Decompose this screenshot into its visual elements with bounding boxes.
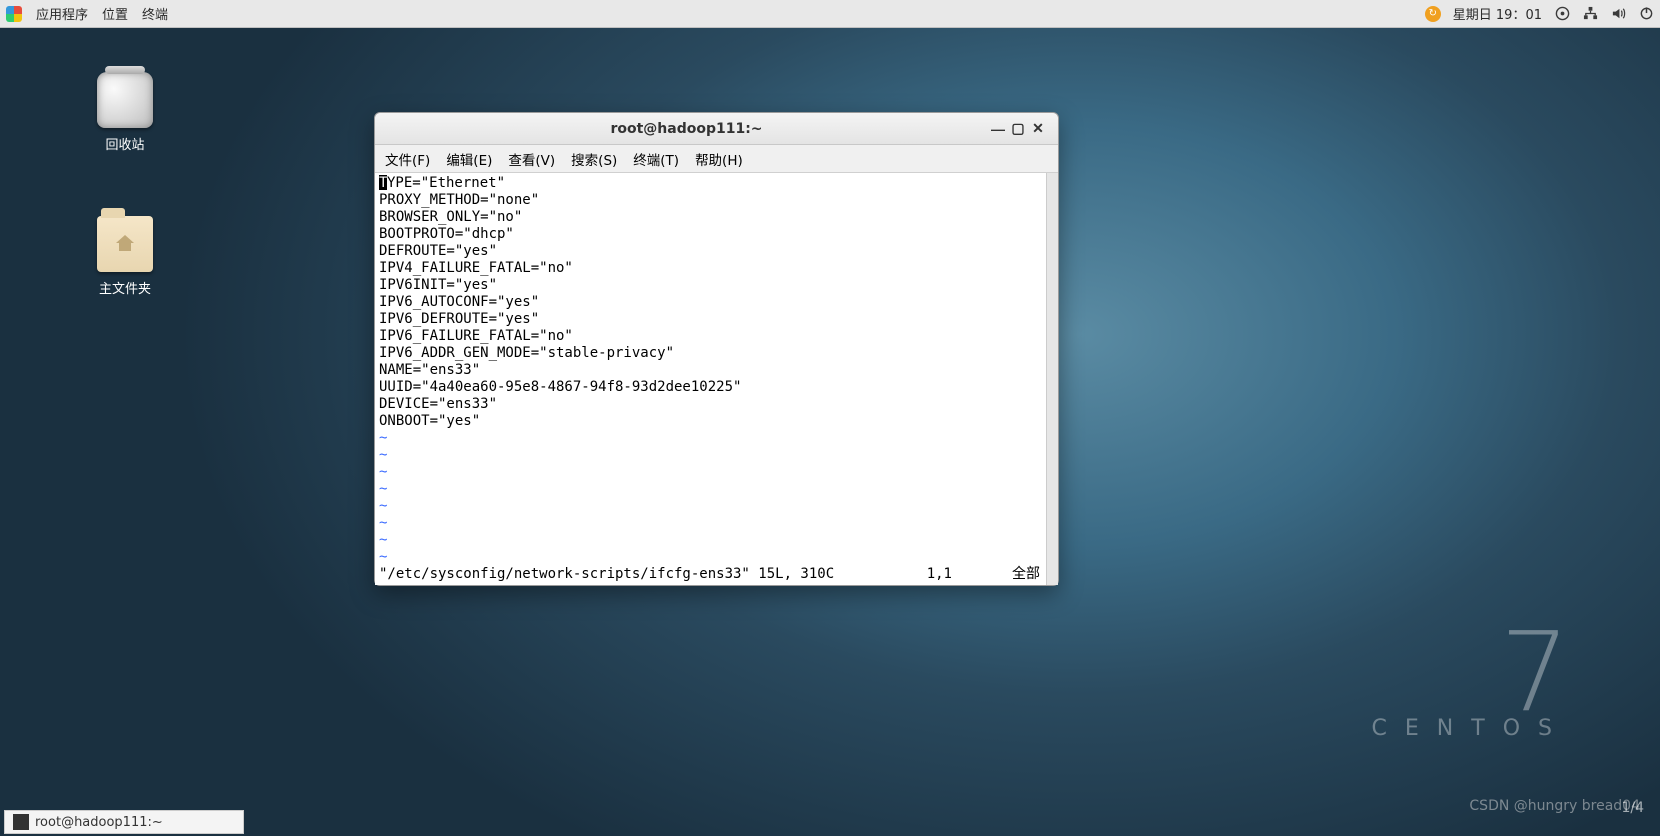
- menu-terminal[interactable]: 终端: [142, 4, 168, 23]
- update-notification-icon[interactable]: ↻: [1425, 6, 1441, 22]
- term-line: IPV6INIT="yes": [379, 277, 1054, 294]
- menu-edit[interactable]: 编辑(E): [446, 149, 492, 169]
- menu-applications[interactable]: 应用程序: [36, 4, 88, 23]
- window-titlebar[interactable]: root@hadoop111:~ — ▢ ✕: [375, 113, 1058, 145]
- terminal-body[interactable]: TYPE="Ethernet" PROXY_METHOD="none" BROW…: [375, 173, 1058, 585]
- centos-branding: 7 CENTOS: [1372, 628, 1570, 741]
- term-line: IPV6_FAILURE_FATAL="no": [379, 328, 1054, 345]
- volume-icon[interactable]: [1610, 6, 1626, 22]
- vim-tilde: ~: [379, 481, 1054, 498]
- vim-tilde: ~: [379, 430, 1054, 447]
- terminal-icon: [13, 814, 29, 830]
- window-title: root@hadoop111:~: [385, 121, 988, 137]
- menu-view[interactable]: 查看(V): [508, 149, 555, 169]
- power-icon[interactable]: [1638, 6, 1654, 22]
- desktop-icon-home[interactable]: 主文件夹: [80, 216, 170, 297]
- term-line: IPV6_AUTOCONF="yes": [379, 294, 1054, 311]
- terminal-menubar: 文件(F) 编辑(E) 查看(V) 搜索(S) 终端(T) 帮助(H): [375, 145, 1058, 173]
- vim-tilde: ~: [379, 447, 1054, 464]
- vim-status-pos: 1,1: [927, 566, 952, 583]
- menu-search[interactable]: 搜索(S): [571, 149, 617, 169]
- vim-tilde: ~: [379, 498, 1054, 515]
- home-label: 主文件夹: [80, 278, 170, 297]
- csdn-watermark: CSDN @hungry bread04: [1469, 798, 1640, 814]
- vim-status-pct: 全部: [1012, 566, 1040, 583]
- vim-tilde: ~: [379, 532, 1054, 549]
- menu-file[interactable]: 文件(F): [385, 149, 430, 169]
- vim-tilde: ~: [379, 549, 1054, 566]
- vim-status-line: "/etc/sysconfig/network-scripts/ifcfg-en…: [379, 566, 1054, 583]
- term-line: DEVICE="ens33": [379, 396, 1054, 413]
- term-line: DEFROUTE="yes": [379, 243, 1054, 260]
- vim-tilde: ~: [379, 515, 1054, 532]
- term-line: BROWSER_ONLY="no": [379, 209, 1054, 226]
- network-icon[interactable]: [1582, 6, 1598, 22]
- scrollbar[interactable]: [1046, 173, 1058, 585]
- bottom-taskbar: root@hadoop111:~: [0, 808, 248, 836]
- clock[interactable]: 星期日 19：01: [1453, 4, 1542, 23]
- trash-icon: [97, 72, 153, 128]
- term-line: ONBOOT="yes": [379, 413, 1054, 430]
- page-number: 1/4: [1621, 800, 1644, 816]
- taskbar-item-label: root@hadoop111:~: [35, 815, 163, 830]
- term-line: IPV6_DEFROUTE="yes": [379, 311, 1054, 328]
- term-line: IPV4_FAILURE_FATAL="no": [379, 260, 1054, 277]
- accessibility-icon[interactable]: [1554, 6, 1570, 22]
- term-line: IPV6_ADDR_GEN_MODE="stable-privacy": [379, 345, 1054, 362]
- menu-help[interactable]: 帮助(H): [695, 149, 743, 169]
- minimize-button[interactable]: —: [988, 121, 1008, 137]
- close-button[interactable]: ✕: [1028, 120, 1048, 137]
- trash-label: 回收站: [80, 134, 170, 153]
- term-line: UUID="4a40ea60-95e8-4867-94f8-93d2dee102…: [379, 379, 1054, 396]
- taskbar-item-terminal[interactable]: root@hadoop111:~: [4, 810, 244, 834]
- term-line: PROXY_METHOD="none": [379, 192, 1054, 209]
- menu-places[interactable]: 位置: [102, 4, 128, 23]
- term-line: BOOTPROTO="dhcp": [379, 226, 1054, 243]
- desktop-icon-trash[interactable]: 回收站: [80, 72, 170, 153]
- gnome-logo-icon: [6, 6, 22, 22]
- home-folder-icon: [97, 216, 153, 272]
- term-line: NAME="ens33": [379, 362, 1054, 379]
- menu-terminal-m[interactable]: 终端(T): [633, 149, 679, 169]
- centos-seven: 7: [1372, 628, 1570, 716]
- centos-name: CENTOS: [1372, 716, 1570, 741]
- maximize-button[interactable]: ▢: [1008, 120, 1028, 137]
- terminal-window: root@hadoop111:~ — ▢ ✕ 文件(F) 编辑(E) 查看(V)…: [374, 112, 1059, 586]
- term-line: TYPE="Ethernet": [379, 175, 1054, 192]
- vim-tilde: ~: [379, 464, 1054, 481]
- vim-status-file: "/etc/sysconfig/network-scripts/ifcfg-en…: [379, 566, 834, 583]
- top-panel: 应用程序 位置 终端 ↻ 星期日 19：01: [0, 0, 1660, 28]
